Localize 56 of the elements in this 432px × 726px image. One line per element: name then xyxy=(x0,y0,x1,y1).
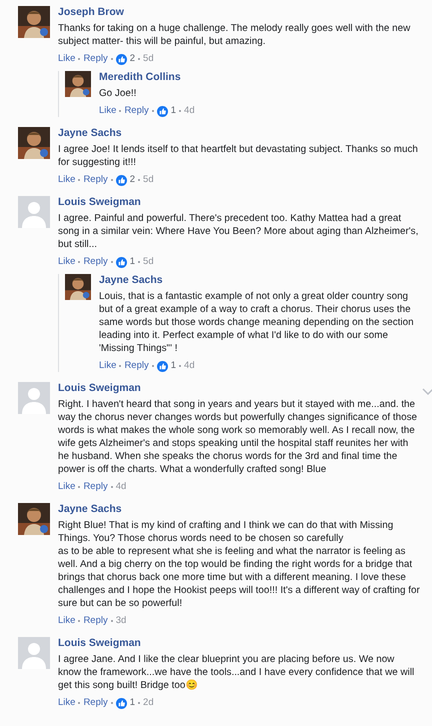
comment-text: Louis, that is a fantastic example of not only a great older country song but of a great example of a way to craft a chorus. Their chorus uses the same words but those words change meaning depending on the section leading into it. Perfect example of what I'd like to do with our some 'Missing Things"' ! xyxy=(99,290,415,355)
like-link[interactable]: Like xyxy=(99,360,116,372)
reply-link[interactable]: Reply xyxy=(83,174,108,186)
reply-link[interactable]: Reply xyxy=(124,360,149,372)
comment-time: 5d xyxy=(143,174,154,186)
reply-link[interactable]: Reply xyxy=(83,53,108,65)
like-link[interactable]: Like xyxy=(58,174,76,186)
default-avatar-icon xyxy=(18,382,50,414)
thumbs-up-icon xyxy=(156,360,168,372)
comment-text: I agree Joe! It lends itself to that heartfelt but devastating subject. Thanks so much for suggesting it!!! xyxy=(58,143,419,169)
comment-time: 2d xyxy=(143,697,154,709)
like-link[interactable]: Like xyxy=(58,697,76,709)
thumbs-up-icon xyxy=(156,106,168,116)
comment-time: 4d xyxy=(184,105,195,117)
comment-time: 4d xyxy=(116,481,126,493)
like-count: 1 xyxy=(130,697,136,709)
like-link[interactable]: Like xyxy=(58,615,76,627)
comment-time: 3d xyxy=(116,615,126,627)
like-count: 1 xyxy=(130,256,136,268)
author-name[interactable]: Louis Sweigman xyxy=(58,196,141,209)
reply-link[interactable]: Reply xyxy=(83,256,108,268)
like-count: 2 xyxy=(130,174,136,186)
comment-text: Thanks for taking on a huge challenge. The melody really goes well with the new subject matter- this will be painful, but amazing. xyxy=(58,22,412,48)
like-link[interactable]: Like xyxy=(99,105,116,117)
default-avatar-icon xyxy=(18,637,50,669)
comment-text: Right. I haven't heard that song in years and years but it stayed with me...and. the way the chorus never changes words but powerfully changes significance of those words is what makes the whole song work so memorably well. As I recall now, the wife gets Alzheimer's and stops speaking until the hospital staff reunites her with he husband. When she speaks the chorus words for the 3rd and final time the power is off the charts. What a wonderfully crafted song! Blue xyxy=(58,398,418,476)
like-count: 1 xyxy=(170,105,176,117)
comment-text: Go Joe!! xyxy=(99,87,138,100)
thumbs-up-icon xyxy=(116,54,127,64)
author-name[interactable]: Meredith Collins xyxy=(99,71,181,84)
reply-link[interactable]: Reply xyxy=(83,481,108,493)
default-avatar-icon xyxy=(18,196,50,228)
author-name[interactable]: Jayne Sachs xyxy=(99,274,163,287)
like-count: 2 xyxy=(130,53,136,65)
comment-time: 4d xyxy=(184,360,195,372)
comment-text: Right Blue! That is my kind of crafting and I think we can do that with Missing Things. You? Those chorus words need to be chosen so carefully as to be able to represent what she is feeling and what the narrator is feeling as well. And a big cherry on the top would be finding the right words for a bridge that brings that chorus back one more time but with a different meaning. I love these challenges and I hope the Hookist peeps will too!!! It's a different way of crafting for sure but can be so powerful! xyxy=(58,519,420,610)
reply-link[interactable]: Reply xyxy=(124,105,149,117)
like-count: 1 xyxy=(170,360,176,372)
reply-link[interactable]: Reply xyxy=(83,615,108,627)
author-name[interactable]: Jayne Sachs xyxy=(58,503,122,516)
like-link[interactable]: Like xyxy=(58,53,76,65)
author-name[interactable]: Louis Sweigman xyxy=(58,637,141,650)
author-name[interactable]: Louis Sweigman xyxy=(58,382,141,395)
thumbs-up-icon xyxy=(116,698,127,708)
author-name[interactable]: Jayne Sachs xyxy=(58,127,122,140)
reply-link[interactable]: Reply xyxy=(83,697,108,709)
chevron-down-icon[interactable] xyxy=(422,388,432,395)
comment-text: I agree Jane. And I like the clear blueprint you are placing before us. We now know the framework...we have the tools...and I have every confidence that we will get this song built! Bridge too😊 xyxy=(58,653,416,692)
like-link[interactable]: Like xyxy=(58,256,76,268)
thumbs-up-icon xyxy=(116,174,127,186)
like-link[interactable]: Like xyxy=(58,481,76,493)
comment-time: 5d xyxy=(143,256,154,268)
comment-time: 5d xyxy=(143,53,154,65)
thumbs-up-icon xyxy=(116,256,127,268)
comment-text: I agree. Painful and powerful. There's precedent too. Kathy Mattea had a great song in a similar vein: Where Have You Been? More about aging than Alzheimer's, but still... xyxy=(58,212,420,251)
author-name[interactable]: Joseph Brow xyxy=(58,6,124,19)
